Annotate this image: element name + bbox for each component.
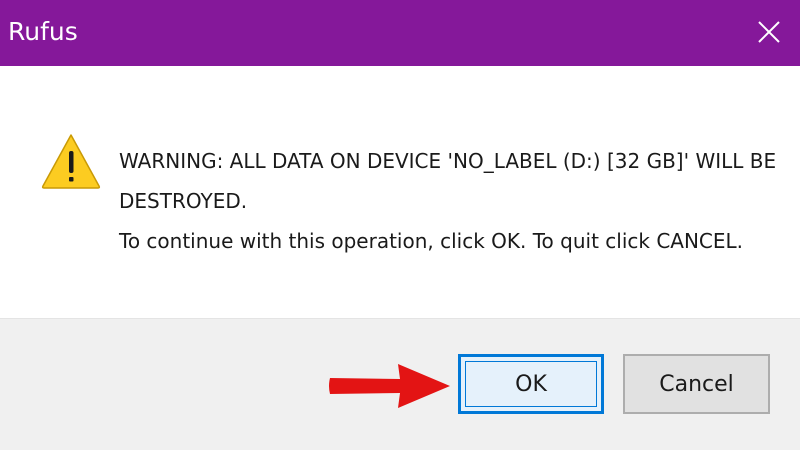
close-icon: [758, 21, 780, 43]
cancel-button-label: Cancel: [659, 371, 734, 397]
red-arrow-icon: [329, 364, 450, 408]
warning-icon: [41, 134, 101, 189]
window-title: Rufus: [8, 17, 78, 46]
message-line: To continue with this operation, click O…: [119, 229, 744, 253]
close-button[interactable]: [738, 0, 800, 66]
message-line: DESTROYED.: [119, 189, 248, 213]
cancel-button[interactable]: Cancel: [623, 354, 770, 414]
message-line: WARNING: ALL DATA ON DEVICE 'NO_LABEL (D…: [119, 149, 777, 173]
ok-button[interactable]: OK: [458, 354, 604, 414]
button-bar: OK Cancel: [0, 318, 800, 450]
title-bar: Rufus: [0, 0, 800, 66]
focus-ring: [465, 361, 597, 407]
dialog-content: WARNING: ALL DATA ON DEVICE 'NO_LABEL (D…: [0, 66, 800, 318]
rufus-dialog-window: Rufus WARNING: ALL DATA ON DEVICE 'NO_LA…: [0, 0, 800, 450]
warning-message: WARNING: ALL DATA ON DEVICE 'NO_LABEL (D…: [119, 141, 779, 261]
